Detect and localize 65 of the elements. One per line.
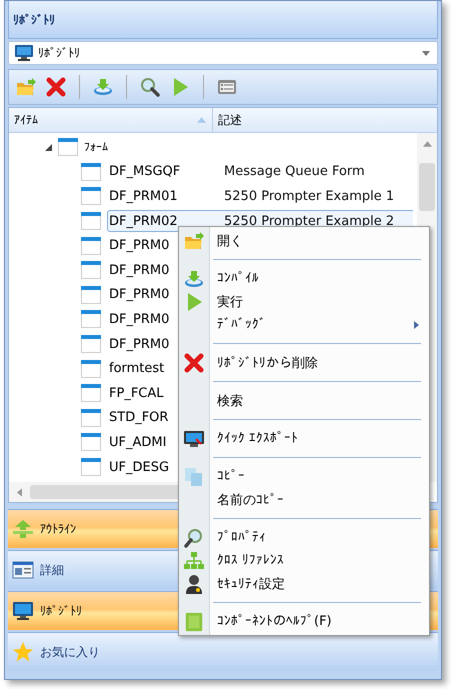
compile-icon	[93, 77, 113, 97]
panel-title: ﾘﾎﾟｼﾞﾄﾘ	[13, 12, 55, 26]
form-icon	[81, 236, 101, 255]
column-header[interactable]: 記述	[213, 108, 242, 132]
form-icon	[81, 433, 101, 452]
menu-item[interactable]: ｾｷｭﾘﾃｨ設定	[179, 572, 429, 595]
form-icon	[81, 458, 101, 476]
form-icon	[81, 310, 101, 328]
list-icon	[217, 77, 237, 97]
scroll-left-icon[interactable]	[17, 488, 22, 496]
item-name: DF_PRM02	[109, 214, 178, 229]
search-icon	[184, 528, 204, 548]
menu-item[interactable]: ｺﾝﾊﾟｲﾙ	[179, 267, 429, 290]
item-name: STD_FOR	[109, 410, 168, 426]
details-icon	[12, 560, 34, 580]
form-icon	[81, 335, 101, 354]
navigation-bar-item[interactable]: お気に入り	[8, 632, 438, 671]
delete-icon	[184, 352, 204, 372]
user-icon	[184, 574, 204, 594]
column-header[interactable]: ｱｲﾃﾑ	[9, 108, 213, 132]
tree-row[interactable]: DF_PRM01 5250 Prompter Example 1	[107, 185, 413, 208]
folder-icon	[184, 230, 204, 250]
hierarchy-icon	[184, 550, 204, 570]
scroll-thumb[interactable]	[419, 163, 435, 211]
item-description: Message Queue Form	[224, 164, 365, 180]
delete-icon	[46, 77, 66, 97]
tree-row[interactable]: DF_MSGQF Message Queue Form	[107, 160, 386, 183]
menu-item[interactable]: 実行	[179, 290, 429, 313]
menu-item[interactable]: ｸｲｯｸ ｴｸｽﾎﾟｰﾄ	[179, 427, 429, 450]
menu-item[interactable]: ｺﾋﾟｰ	[179, 465, 429, 488]
menu-item[interactable]: ｺﾝﾎﾟｰﾈﾝﾄのﾍﾙﾌﾟ(F)	[179, 610, 429, 633]
menu-item[interactable]: 名前のｺﾋﾟｰ	[179, 488, 429, 511]
form-icon	[81, 286, 101, 304]
repository-dropdown[interactable]: ﾘﾎﾟｼﾞﾄﾘ	[8, 41, 438, 65]
form-icon	[81, 187, 101, 206]
search-icon	[140, 77, 160, 97]
caret-icon	[422, 50, 430, 56]
form-icon	[81, 261, 101, 280]
form-icon	[81, 212, 101, 230]
menu-item[interactable]: ﾘﾎﾟｼﾞﾄﾘから削除	[179, 351, 429, 374]
menu-item[interactable]: 検索	[179, 389, 429, 412]
scroll-up-icon[interactable]	[422, 141, 432, 147]
monitor-icon	[184, 428, 204, 448]
monitor-icon	[12, 601, 34, 621]
menu-item[interactable]: ﾌﾟﾛﾊﾟﾃｨ	[179, 526, 429, 549]
star-icon	[12, 642, 34, 662]
arrows-icon	[12, 519, 34, 539]
form-icon	[81, 162, 101, 181]
folder-icon	[16, 77, 36, 97]
item-name: DF_PRM0	[109, 336, 170, 352]
menu-item[interactable]: ｸﾛｽ ﾘﾌｧﾚﾝｽ	[179, 549, 429, 572]
form-icon	[58, 138, 78, 156]
copy-icon	[184, 466, 204, 486]
item-name: DF_MSGQF	[109, 164, 180, 180]
form-icon	[81, 408, 101, 427]
monitor-icon	[13, 44, 35, 62]
menu-item[interactable]: ﾃﾞﾊﾞｯｸﾞ	[179, 313, 429, 336]
compile-icon	[184, 268, 204, 288]
item-description: 5250 Prompter Example 1	[224, 188, 394, 204]
item-name: DF_PRM01	[109, 188, 178, 204]
item-description: 5250 Prompter Example 2	[224, 214, 394, 229]
form-icon	[81, 360, 101, 378]
tree-group-label[interactable]: ﾌｫｰﾑ	[84, 140, 108, 154]
expanded-icon[interactable]	[45, 144, 52, 151]
form-icon	[81, 384, 101, 402]
